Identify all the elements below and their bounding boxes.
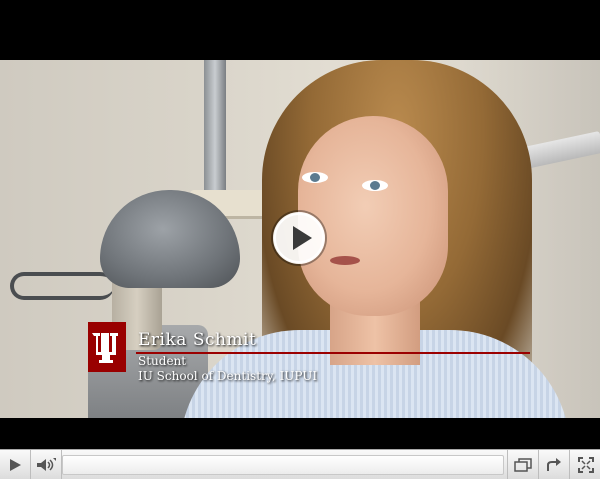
volume-button[interactable] bbox=[31, 450, 62, 479]
volume-icon bbox=[37, 457, 56, 471]
play-icon bbox=[274, 213, 324, 263]
progress-bar[interactable] bbox=[62, 455, 504, 475]
big-play-button[interactable] bbox=[273, 212, 325, 264]
lower-third-role: Student bbox=[138, 354, 187, 368]
play-button[interactable] bbox=[0, 450, 31, 479]
popout-window-icon bbox=[514, 457, 532, 472]
share-button[interactable] bbox=[538, 450, 569, 479]
video-player: Erika Schmit Student IU School of Dentis… bbox=[0, 0, 600, 479]
share-icon bbox=[547, 457, 561, 471]
video-frame[interactable]: Erika Schmit Student IU School of Dentis… bbox=[0, 60, 600, 418]
dental-light-pole bbox=[204, 60, 226, 200]
person-eye-right bbox=[362, 180, 388, 191]
control-bar bbox=[0, 449, 600, 479]
progress-track bbox=[62, 455, 504, 475]
iu-trident-logo bbox=[88, 322, 126, 372]
lower-third-rule bbox=[136, 352, 530, 354]
popout-button[interactable] bbox=[507, 450, 538, 479]
fullscreen-button[interactable] bbox=[569, 450, 600, 479]
chair-bracket bbox=[10, 272, 114, 300]
lower-third-name: Erika Schmit bbox=[138, 330, 257, 350]
play-icon bbox=[10, 458, 21, 471]
lower-third-organization: IU School of Dentistry, IUPUI bbox=[138, 369, 318, 383]
fullscreen-icon bbox=[577, 456, 594, 473]
person-mouth bbox=[330, 256, 360, 265]
person-eye-left bbox=[302, 172, 328, 183]
